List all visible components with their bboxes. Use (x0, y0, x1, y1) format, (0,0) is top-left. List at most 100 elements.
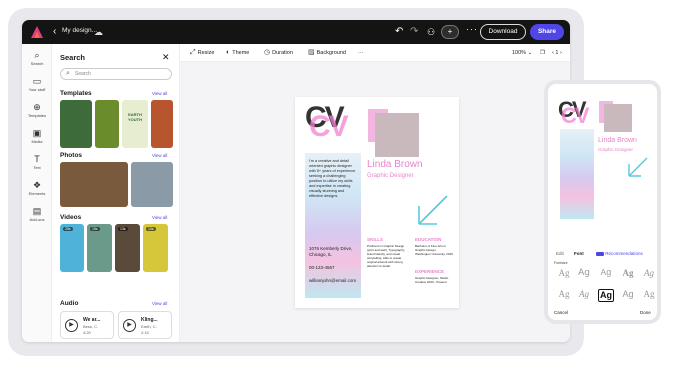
video-thumbnail[interactable]: 15s (87, 224, 112, 272)
rail-item-addons[interactable]: ▤ Add-ons (22, 206, 52, 223)
resize-button[interactable]: ⤢ Resize (190, 48, 214, 58)
template-thumbnail[interactable] (60, 100, 92, 148)
font-option[interactable]: Ag (556, 268, 572, 279)
view-all-photos[interactable]: View all (152, 153, 167, 158)
experience-text[interactable]: Graphic Designer, Studio Creative 2020 -… (415, 276, 453, 284)
skills-heading: SKILLS (367, 237, 384, 242)
top-bar: ‹ My design... ☁ ↶ ↷ ⚇ + ··· Download Sh… (22, 20, 570, 44)
editor-window: ‹ My design... ☁ ↶ ↷ ⚇ + ··· Download Sh… (22, 20, 570, 342)
mobile-resume-name: Linda Brown (598, 137, 637, 144)
font-option[interactable]: Ag (576, 268, 592, 279)
resume-role[interactable]: Graphic Designer (367, 173, 414, 179)
phone-text[interactable]: 00-123-4567 (309, 265, 335, 270)
left-rail: ⌕ Search ▭ Your stuff ⊕ Templates ▣ Media TT… (22, 44, 52, 342)
mobile-resume-role: Graphic Designer (598, 147, 634, 152)
mobile-cancel-button[interactable]: Cancel (554, 310, 568, 315)
profile-photo[interactable] (375, 113, 419, 157)
templates-icon: ⊕ (33, 102, 41, 112)
play-icon[interactable]: ▶ (65, 319, 78, 332)
mobile-tab-recommendations[interactable]: Recommendations (596, 251, 643, 256)
font-option[interactable]: Ag (598, 268, 614, 279)
duration-button[interactable]: ◷ Duration (264, 48, 293, 58)
pages-icon[interactable]: ❐ (540, 48, 545, 58)
mobile-done-button[interactable]: Done (640, 310, 651, 315)
mobile-arrow-graphic-icon (628, 157, 648, 177)
mobile-monogram-shadow: CV (561, 103, 590, 128)
template-thumbnail[interactable]: EARTH YOUTH (122, 100, 148, 148)
view-all-audio[interactable]: View all (152, 301, 167, 306)
audio-track[interactable]: ▶ We ar... Bess, C. 4:20 (60, 311, 114, 339)
download-button[interactable]: Download (480, 24, 526, 40)
media-icon: ▣ (32, 128, 42, 138)
rail-item-elements[interactable]: ❖ Elements (22, 180, 52, 197)
resume-page[interactable]: CV CV Linda Brown Graphic Designer I'm a… (295, 97, 459, 308)
more-options-icon[interactable]: ··· (466, 24, 478, 34)
font-option[interactable]: Ag (641, 268, 657, 279)
search-input[interactable]: ⌕ Search (60, 68, 172, 80)
font-option-selected[interactable]: Ag (598, 289, 614, 302)
invite-collaborator-button[interactable]: + (441, 25, 459, 39)
experience-heading: EXPERIENCE (415, 269, 445, 274)
app-logo-icon[interactable] (30, 25, 44, 39)
template-thumbnail[interactable] (95, 100, 119, 148)
photo-thumbnail[interactable] (60, 162, 128, 207)
mobile-tab-font[interactable]: Font (574, 251, 584, 256)
view-all-videos[interactable]: View all (152, 215, 167, 220)
photo-thumbnail[interactable] (131, 162, 173, 207)
font-option[interactable]: Ag (641, 289, 657, 300)
play-icon[interactable]: ▶ (123, 319, 136, 332)
theme-icon: ◐ (226, 49, 231, 56)
undo-icon[interactable]: ↶ (395, 25, 403, 39)
rail-item-media[interactable]: ▣ Media (22, 128, 52, 145)
lightbulb-icon[interactable]: ⚇ (427, 25, 435, 39)
monogram-shadow: CV (309, 110, 349, 143)
share-button[interactable]: Share (530, 24, 564, 40)
rail-item-text[interactable]: T Text (22, 154, 52, 171)
education-heading: EDUCATION (415, 237, 442, 242)
search-panel: Search ✕ ⌕ Search Templates View all EART… (52, 44, 180, 342)
mobile-resume-page[interactable]: CV CV Linda Brown Graphic Designer (554, 91, 654, 221)
resize-icon: ⤢ (190, 49, 196, 56)
font-option[interactable]: Ag (556, 289, 572, 300)
mobile-preview: CV CV Linda Brown Graphic Designer Edit … (544, 80, 661, 324)
address-text[interactable]: 1076 Kemberly Drive, Chicago, IL (309, 246, 359, 258)
font-option[interactable]: Ag (620, 268, 636, 279)
view-all-templates[interactable]: View all (152, 91, 167, 96)
elements-icon: ❖ (32, 180, 42, 190)
audio-track[interactable]: ▶ Kling... Earth, C. 2:15 (118, 311, 172, 339)
page-navigator[interactable]: ‹ 1 › (552, 48, 562, 58)
background-icon: ▨ (308, 49, 315, 56)
close-icon[interactable]: ✕ (162, 52, 170, 63)
video-thumbnail[interactable]: 13s (115, 224, 140, 272)
font-option[interactable]: Ag (576, 289, 592, 300)
rail-item-search[interactable]: ⌕ Search (22, 50, 52, 67)
search-icon: ⌕ (34, 50, 40, 60)
back-chevron-icon[interactable]: ‹ (53, 25, 56, 39)
sparkle-icon (596, 251, 604, 256)
skills-text[interactable]: Proficient in Graphic Design (print and … (367, 244, 407, 268)
education-text[interactable]: Bachelor of Fine Arts in Graphic Design,… (415, 244, 453, 256)
search-icon: ⌕ (66, 70, 70, 77)
more-options-icon[interactable]: ··· (358, 48, 364, 58)
section-audio: Audio (60, 300, 79, 307)
background-button[interactable]: ▨ Background (308, 48, 346, 58)
bio-text[interactable]: I'm a creative and detail oriented graph… (309, 159, 357, 199)
arrow-graphic-icon (418, 195, 448, 225)
template-thumbnail[interactable] (151, 100, 173, 148)
document-title[interactable]: My design... (62, 27, 97, 34)
video-thumbnail[interactable]: 25s (60, 224, 84, 272)
mobile-gradient-column (560, 129, 594, 219)
video-thumbnail[interactable]: 10s (143, 224, 168, 272)
mobile-tab-edit[interactable]: Edit (556, 251, 564, 256)
font-option[interactable]: Ag (620, 289, 636, 300)
rail-item-templates[interactable]: ⊕ Templates (22, 102, 52, 119)
folder-icon: ▭ (32, 76, 42, 86)
redo-icon[interactable]: ↷ (410, 25, 418, 39)
email-text[interactable]: williamjohn@email.com (309, 278, 359, 284)
theme-button[interactable]: ◐ Theme (226, 48, 249, 58)
rail-item-your-stuff[interactable]: ▭ Your stuff (22, 76, 52, 93)
design-canvas: CV CV Linda Brown Graphic Designer I'm a… (180, 62, 570, 342)
zoom-dropdown[interactable]: 100% ⌄ (512, 48, 532, 58)
mobile-profile-photo (604, 104, 632, 132)
resume-name[interactable]: Linda Brown (367, 159, 423, 170)
